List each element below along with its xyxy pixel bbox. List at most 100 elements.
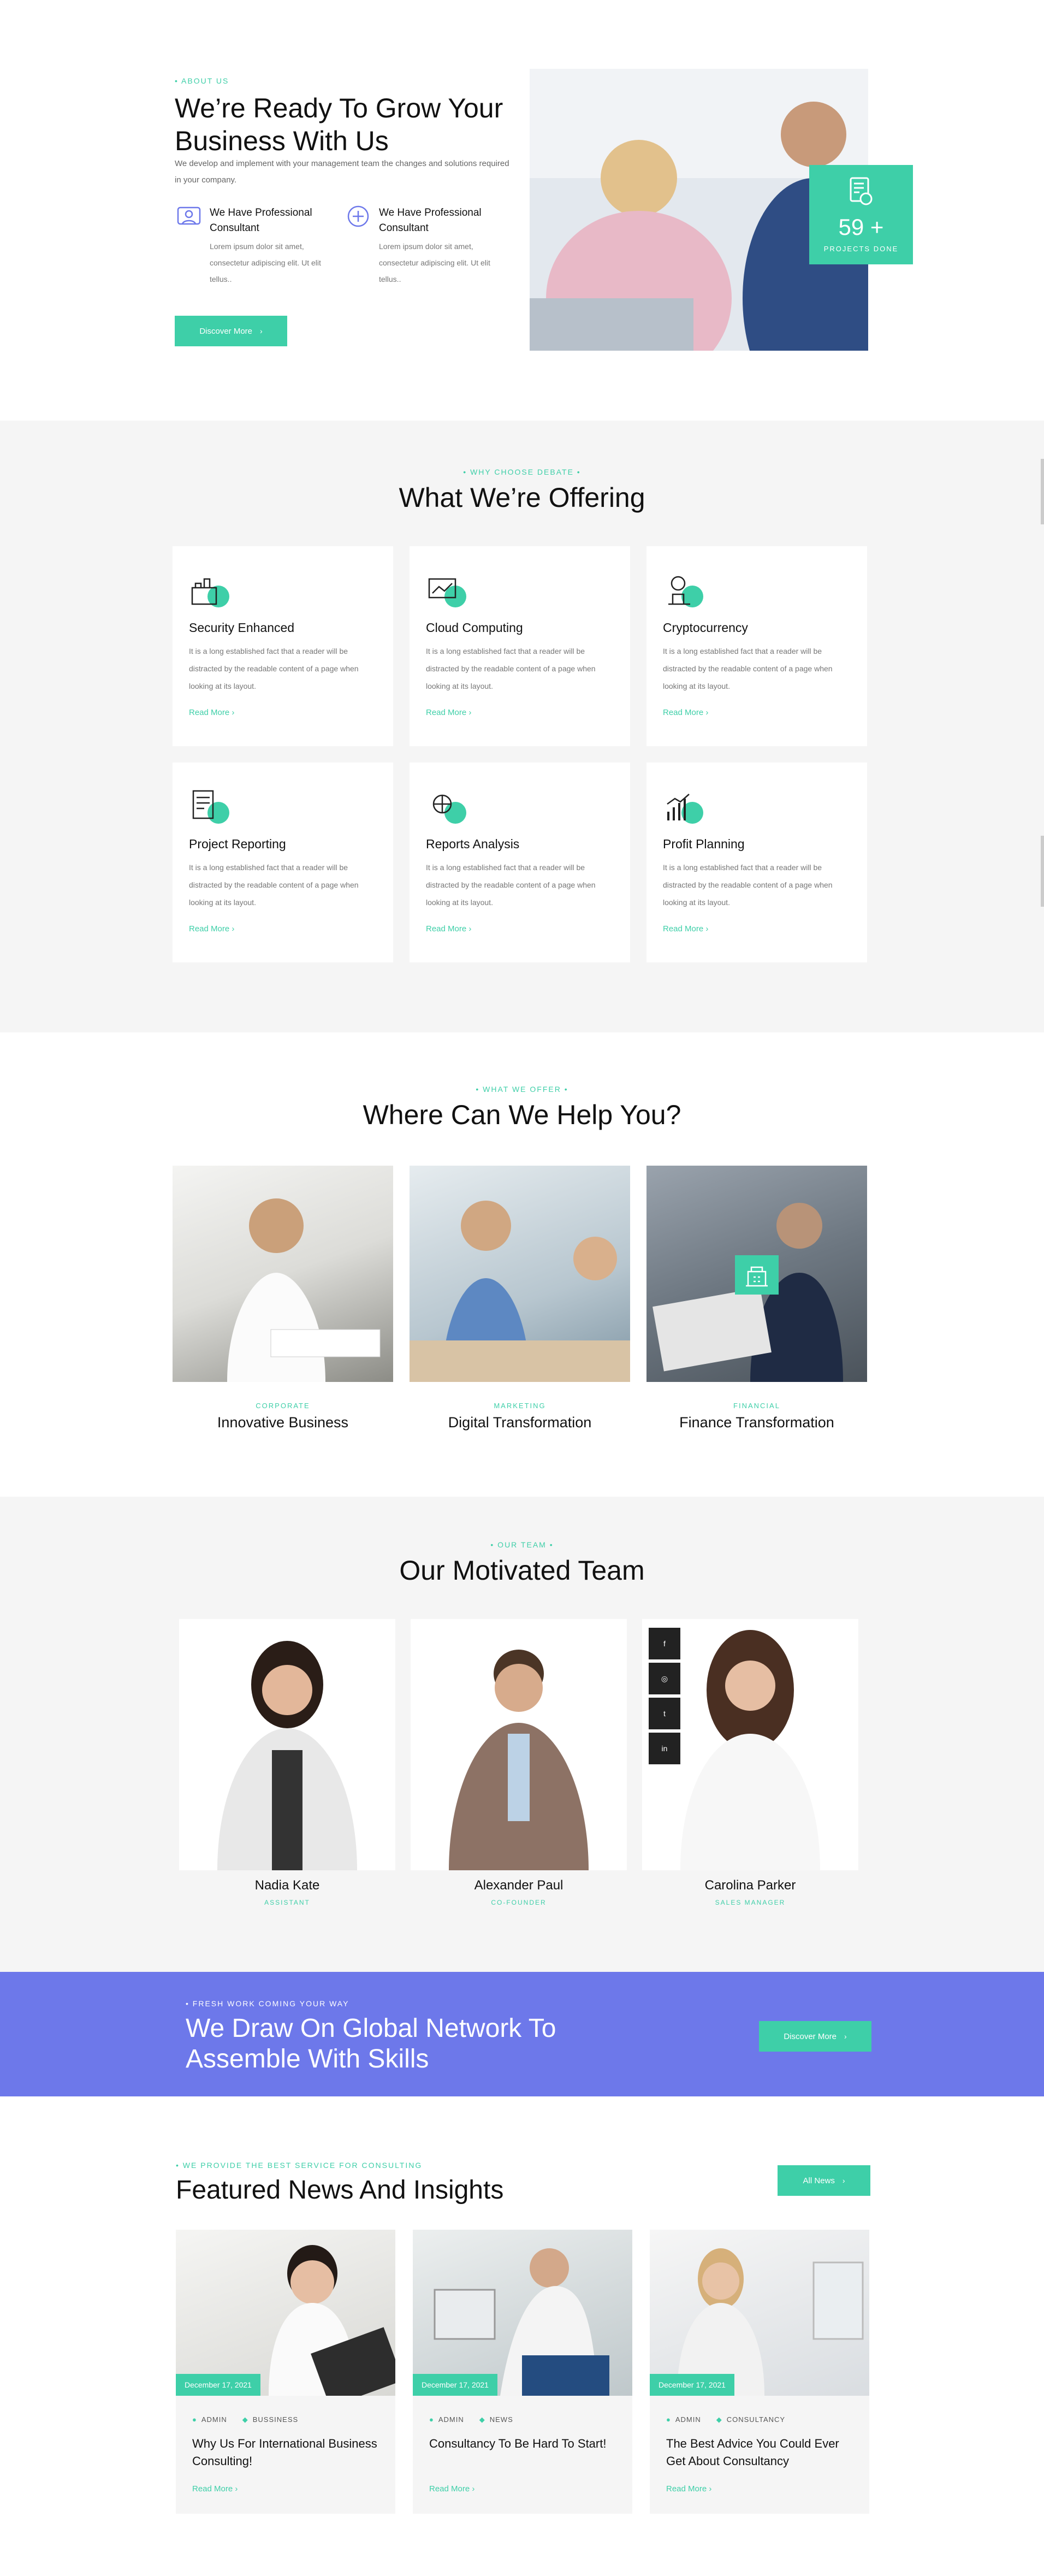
post-author: ● ADMIN xyxy=(429,2415,464,2424)
about-description: We develop and implement with your manag… xyxy=(175,159,509,185)
banner-discover-more-button[interactable]: Discover More › xyxy=(759,2021,871,2052)
post-category[interactable]: ◆ BUSSINESS xyxy=(242,2415,298,2424)
chevron-right-icon: › xyxy=(468,708,472,717)
post-category[interactable]: ◆ NEWS xyxy=(479,2415,513,2424)
post-date: December 17, 2021 xyxy=(650,2374,734,2396)
service-card: Cloud Computing It is a long established… xyxy=(410,546,630,746)
offering-title: What We’re Offering xyxy=(399,482,645,513)
news-section: • WE PROVIDE THE BEST SERVICE FOR CONSUL… xyxy=(0,2096,1044,2576)
projects-label: PROJECTS DONE xyxy=(823,245,899,253)
feature-text: Lorem ipsum dolor sit amet, consectetur … xyxy=(210,242,321,283)
scroll-indicator xyxy=(1041,836,1044,907)
help-card-image xyxy=(173,1166,393,1382)
help-subtitle: • WHAT WE OFFER • xyxy=(476,1085,568,1094)
crypto-icon xyxy=(668,576,703,607)
read-more-link[interactable]: Read More › xyxy=(429,2484,474,2494)
post-meta: ● ADMIN ◆ BUSSINESS xyxy=(192,2415,298,2424)
team-member-name: Nadia Kate xyxy=(254,1878,320,1893)
team-member-card[interactable]: Alexander Paul CO-FOUNDER xyxy=(411,1619,627,1906)
read-more-link[interactable]: Read More › xyxy=(666,2484,711,2494)
read-more-link[interactable]: Read More › xyxy=(192,2484,238,2494)
news-card-image: December 17, 2021 xyxy=(413,2230,632,2396)
news-card[interactable]: December 17, 2021 ● ADMIN ◆ NEWS Consultan… xyxy=(413,2230,632,2514)
post-title[interactable]: The Best Advice You Could Ever Get About… xyxy=(666,2435,857,2470)
all-news-button[interactable]: All News › xyxy=(778,2165,870,2196)
help-card[interactable]: MARKETING Digital Transformation xyxy=(410,1166,630,1431)
building-icon xyxy=(735,1255,779,1295)
card-title: Reports Analysis xyxy=(426,837,520,851)
chevron-right-icon: › xyxy=(842,2176,845,2185)
news-card-image: December 17, 2021 xyxy=(650,2230,869,2396)
post-title[interactable]: Consultancy To Be Hard To Start! xyxy=(429,2435,620,2453)
chevron-right-icon: › xyxy=(844,2032,847,2041)
post-author: ● ADMIN xyxy=(192,2415,227,2424)
help-section: • WHAT WE OFFER • Where Can We Help You?… xyxy=(0,1032,1044,1497)
team-member-role: ASSISTANT xyxy=(264,1899,310,1906)
offering-section: • WHY CHOOSE DEBATE • What We’re Offerin… xyxy=(0,421,1044,1032)
instagram-icon[interactable]: ◎ xyxy=(649,1663,680,1694)
read-more-link[interactable]: Read More › xyxy=(426,708,471,717)
post-author: ● ADMIN xyxy=(666,2415,701,2424)
chevron-right-icon: › xyxy=(709,2484,712,2494)
feature-title: We Have Professional Consultant xyxy=(210,207,312,234)
read-more-link[interactable]: Read More › xyxy=(189,924,234,933)
team-member-role: SALES MANAGER xyxy=(715,1899,786,1906)
facebook-icon[interactable]: f xyxy=(649,1628,680,1659)
read-more-label: Read More xyxy=(663,924,704,933)
post-category[interactable]: ◆ CONSULTANCY xyxy=(716,2415,785,2424)
user-icon: ● xyxy=(666,2415,671,2424)
card-text: It is a long established fact that a rea… xyxy=(189,647,359,690)
chevron-right-icon: › xyxy=(260,327,263,335)
twitter-icon[interactable]: t xyxy=(649,1698,680,1729)
read-more-label: Read More xyxy=(426,708,467,717)
discover-more-label: Discover More xyxy=(199,326,252,336)
cloud-icon xyxy=(428,578,466,607)
team-member-card[interactable]: f ◎ t in Carolina Parker SALES MANAGER xyxy=(642,1619,858,1906)
post-meta: ● ADMIN ◆ CONSULTANCY xyxy=(666,2415,785,2424)
security-icon xyxy=(191,578,229,607)
projects-done-badge: 59 + PROJECTS DONE xyxy=(809,165,913,264)
post-title[interactable]: Why Us For International Business Consul… xyxy=(192,2435,383,2470)
read-more-link[interactable]: Read More › xyxy=(663,924,708,933)
team-member-photo: f ◎ t in xyxy=(642,1619,858,1870)
post-category-label: CONSULTANCY xyxy=(726,2415,786,2424)
chevron-right-icon: › xyxy=(235,2484,238,2494)
about-subtitle: • ABOUT US xyxy=(175,76,229,85)
help-card-image xyxy=(410,1166,630,1382)
read-more-link[interactable]: Read More › xyxy=(663,708,708,717)
read-more-link[interactable]: Read More › xyxy=(189,708,234,717)
profit-icon xyxy=(667,794,703,824)
post-author-label: ADMIN xyxy=(201,2415,227,2424)
about-title: We’re Ready To Grow Your Business With U… xyxy=(175,93,503,156)
help-card[interactable]: FINANCIAL Finance Transformation xyxy=(646,1166,867,1431)
news-card[interactable]: December 17, 2021 ● ADMIN ◆ BUSSINESS Why … xyxy=(176,2230,404,2514)
post-date: December 17, 2021 xyxy=(413,2374,497,2396)
help-card-title: Digital Transformation xyxy=(448,1414,592,1431)
help-card[interactable]: CORPORATE Innovative Business xyxy=(173,1166,393,1431)
help-card-title: Finance Transformation xyxy=(679,1414,834,1431)
card-text: It is a long established fact that a rea… xyxy=(663,647,833,690)
scroll-indicator xyxy=(1041,459,1044,524)
help-title: Where Can We Help You? xyxy=(363,1100,681,1130)
news-card[interactable]: December 17, 2021 ● ADMIN ◆ CONSULTANCY Th… xyxy=(650,2230,869,2514)
linkedin-icon[interactable]: in xyxy=(649,1733,680,1764)
post-author-label: ADMIN xyxy=(675,2415,701,2424)
read-more-label: Read More xyxy=(189,708,230,717)
cta-banner: • FRESH WORK COMING YOUR WAY We Draw On … xyxy=(0,1972,1044,2096)
projects-count: 59 + xyxy=(838,214,884,240)
offering-subtitle: • WHY CHOOSE DEBATE • xyxy=(463,468,581,476)
card-text: It is a long established fact that a rea… xyxy=(426,863,596,907)
read-more-link[interactable]: Read More › xyxy=(426,924,471,933)
team-member-card[interactable]: Nadia Kate ASSISTANT xyxy=(179,1619,395,1906)
help-card-category: FINANCIAL xyxy=(733,1402,780,1410)
help-card-image xyxy=(646,1166,867,1382)
news-subtitle: • WE PROVIDE THE BEST SERVICE FOR CONSUL… xyxy=(176,2161,423,2170)
chevron-right-icon: › xyxy=(232,924,235,933)
team-member-photo xyxy=(179,1619,395,1870)
team-member-name: Carolina Parker xyxy=(704,1878,796,1893)
service-card: Reports Analysis It is a long establishe… xyxy=(410,763,630,962)
service-card: Project Reporting It is a long establish… xyxy=(173,763,393,962)
banner-title: We Draw On Global Network To Assemble Wi… xyxy=(186,2014,556,2073)
read-more-label: Read More xyxy=(666,2484,707,2494)
discover-more-button[interactable]: Discover More › xyxy=(175,316,287,346)
